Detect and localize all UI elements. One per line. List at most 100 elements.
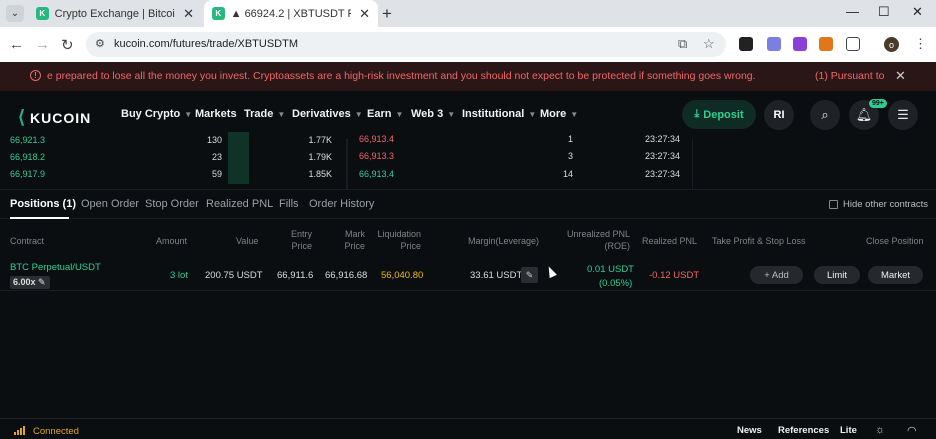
col-unrealized-pnl: Unrealized PNL (ROE) bbox=[566, 229, 630, 251]
col-entry-price: Entry Price bbox=[290, 229, 312, 251]
extensions-puzzle-icon[interactable] bbox=[846, 37, 860, 51]
position-roe: (0.05%) bbox=[599, 278, 633, 289]
user-avatar[interactable]: RI bbox=[764, 100, 794, 130]
panel-divider bbox=[692, 139, 693, 189]
col-amount: Amount bbox=[156, 236, 188, 246]
add-tpsl-button[interactable]: + Add bbox=[750, 266, 803, 284]
position-unrealized-pnl: 0.01 USDT bbox=[587, 264, 634, 275]
chevron-down-icon: ▼ bbox=[570, 110, 579, 119]
orderbook-strip: 66,921.3 130 1.77K 66,918.2 23 1.79K 66,… bbox=[0, 132, 936, 189]
back-icon[interactable]: ← bbox=[9, 36, 24, 53]
maximize-icon[interactable]: ☐ bbox=[878, 4, 890, 20]
theme-sun-icon[interactable]: ☼ bbox=[875, 424, 885, 436]
depth-bar bbox=[228, 132, 249, 150]
col-margin: Margin(Leverage) bbox=[468, 236, 540, 246]
tab-positions[interactable]: Positions (1) bbox=[10, 198, 76, 210]
logo-text: KUCOIN bbox=[30, 109, 92, 126]
close-tab-icon[interactable]: ✕ bbox=[359, 6, 370, 22]
warning-message: e prepared to lose all the money you inv… bbox=[47, 70, 756, 82]
tab-stop-order[interactable]: Stop Order bbox=[145, 198, 199, 210]
extension-icon[interactable] bbox=[793, 37, 807, 51]
leverage-badge[interactable]: 6.00x ✎ bbox=[10, 276, 50, 289]
tab-title: Crypto Exchange | Bitcoin Exchange bbox=[54, 7, 175, 20]
bookmark-star-icon[interactable]: ☆ bbox=[703, 36, 715, 52]
depth-bar bbox=[228, 166, 249, 184]
site-info-icon[interactable]: ⚙ bbox=[95, 37, 105, 50]
depth-bar bbox=[228, 149, 249, 167]
close-window-icon[interactable]: ✕ bbox=[912, 4, 923, 20]
checkbox[interactable] bbox=[829, 200, 838, 209]
mouse-cursor-icon bbox=[545, 264, 557, 279]
menu-more[interactable]: More ▼ bbox=[540, 108, 578, 120]
address-bar[interactable]: ⚙ kucoin.com/futures/trade/XBTUSDTM ⧉ ☆ bbox=[86, 32, 726, 57]
menu-web3[interactable]: Web 3 ▼ bbox=[411, 108, 455, 120]
col-value: Value bbox=[236, 236, 259, 246]
menu-derivatives[interactable]: Derivatives ▼ bbox=[292, 108, 363, 120]
footer-link-news[interactable]: News bbox=[737, 425, 762, 436]
menu-earn[interactable]: Earn ▼ bbox=[367, 108, 403, 120]
orderbook-row[interactable]: 66,918.2 23 1.79K bbox=[0, 149, 346, 167]
position-liq-price: 56,040.80 bbox=[381, 270, 424, 281]
kucoin-favicon: K bbox=[212, 7, 225, 20]
install-app-icon[interactable]: ⧉ bbox=[678, 36, 687, 52]
position-margin: 33.61 USDT bbox=[470, 270, 523, 281]
position-value: 200.75 USDT bbox=[205, 270, 263, 281]
col-liquidation-price: Liquidation Price bbox=[377, 229, 421, 251]
connection-status: Connected bbox=[33, 426, 79, 437]
browser-menu-icon[interactable]: ⋮ bbox=[914, 36, 927, 52]
status-bar: Connected News References Lite ☼ ◠ bbox=[0, 418, 936, 439]
position-contract[interactable]: BTC Perpetual/USDT bbox=[10, 262, 101, 273]
menu-trade[interactable]: Trade ▼ bbox=[244, 108, 285, 120]
browser-tab-2[interactable]: K ▲ 66924.2 | XBTUSDT Perpetual ✕ bbox=[204, 0, 378, 27]
close-banner-icon[interactable]: ✕ bbox=[895, 68, 906, 84]
extension-icon[interactable] bbox=[739, 37, 753, 51]
position-realized-pnl: -0.12 USDT bbox=[649, 270, 700, 281]
new-tab-icon[interactable]: + bbox=[382, 4, 392, 24]
tab-fills[interactable]: Fills bbox=[279, 198, 299, 210]
tab-order-history[interactable]: Order History bbox=[309, 198, 374, 210]
kucoin-logo[interactable]: ⟨ KUCOIN bbox=[18, 107, 91, 128]
chevron-down-icon: ▼ bbox=[528, 110, 537, 119]
menu-buy-crypto[interactable]: Buy Crypto ▼ bbox=[121, 108, 192, 120]
notification-badge: 99+ bbox=[869, 99, 887, 108]
tab-open-order[interactable]: Open Order bbox=[81, 198, 139, 210]
minimize-icon[interactable]: — bbox=[846, 4, 859, 19]
market-close-button[interactable]: Market bbox=[868, 266, 923, 284]
menu-markets[interactable]: Markets bbox=[195, 108, 237, 120]
risk-warning-banner: ! e prepared to lose all the money you i… bbox=[0, 62, 936, 91]
browser-tab-1[interactable]: K Crypto Exchange | Bitcoin Exchange ✕ bbox=[28, 0, 202, 27]
footer-link-references[interactable]: References bbox=[778, 425, 829, 436]
close-tab-icon[interactable]: ✕ bbox=[183, 6, 194, 22]
trade-row: 66,913.4 1 23:27:34 bbox=[359, 134, 680, 144]
profile-avatar[interactable]: o bbox=[884, 37, 899, 52]
kucoin-favicon: K bbox=[36, 7, 49, 20]
chevron-down-icon: ▼ bbox=[277, 110, 286, 119]
position-amount: 3 lot bbox=[170, 270, 188, 281]
deposit-button[interactable]: ⤓ Deposit bbox=[682, 100, 756, 129]
footer-link-lite[interactable]: Lite bbox=[840, 425, 857, 436]
limit-close-button[interactable]: Limit bbox=[814, 266, 860, 284]
active-tab-indicator bbox=[10, 217, 69, 219]
url-text[interactable]: kucoin.com/futures/trade/XBTUSDTM bbox=[114, 38, 298, 50]
download-icon: ⤓ bbox=[694, 108, 700, 120]
orderbook-row[interactable]: 66,921.3 130 1.77K bbox=[0, 132, 346, 150]
tab-realized-pnl[interactable]: Realized PNL bbox=[206, 198, 273, 210]
edit-margin-icon[interactable]: ✎ bbox=[521, 267, 538, 283]
metamask-extension-icon[interactable] bbox=[819, 37, 833, 51]
menu-icon[interactable]: ☰ bbox=[888, 100, 918, 130]
menu-institutional[interactable]: Institutional ▼ bbox=[462, 108, 536, 120]
search-icon[interactable]: ⌕ bbox=[810, 100, 840, 130]
extension-icon[interactable] bbox=[767, 37, 781, 51]
reload-icon[interactable]: ↻ bbox=[61, 36, 74, 54]
row-divider bbox=[0, 290, 936, 291]
tab-search-button[interactable]: ⌄ bbox=[6, 5, 24, 22]
support-headset-icon[interactable]: ◠ bbox=[907, 424, 917, 437]
hide-other-contracts-toggle[interactable]: Hide other contracts bbox=[829, 199, 928, 210]
signal-icon bbox=[14, 426, 25, 435]
chevron-down-icon: ▼ bbox=[184, 110, 193, 119]
position-mark-price: 66,916.68 bbox=[325, 270, 368, 281]
trade-row: 66,913.4 14 23:27:34 bbox=[359, 169, 680, 179]
chevron-down-icon: ▼ bbox=[395, 110, 404, 119]
orderbook-row[interactable]: 66,917.9 59 1.85K bbox=[0, 166, 346, 184]
forward-icon[interactable]: → bbox=[35, 36, 50, 53]
